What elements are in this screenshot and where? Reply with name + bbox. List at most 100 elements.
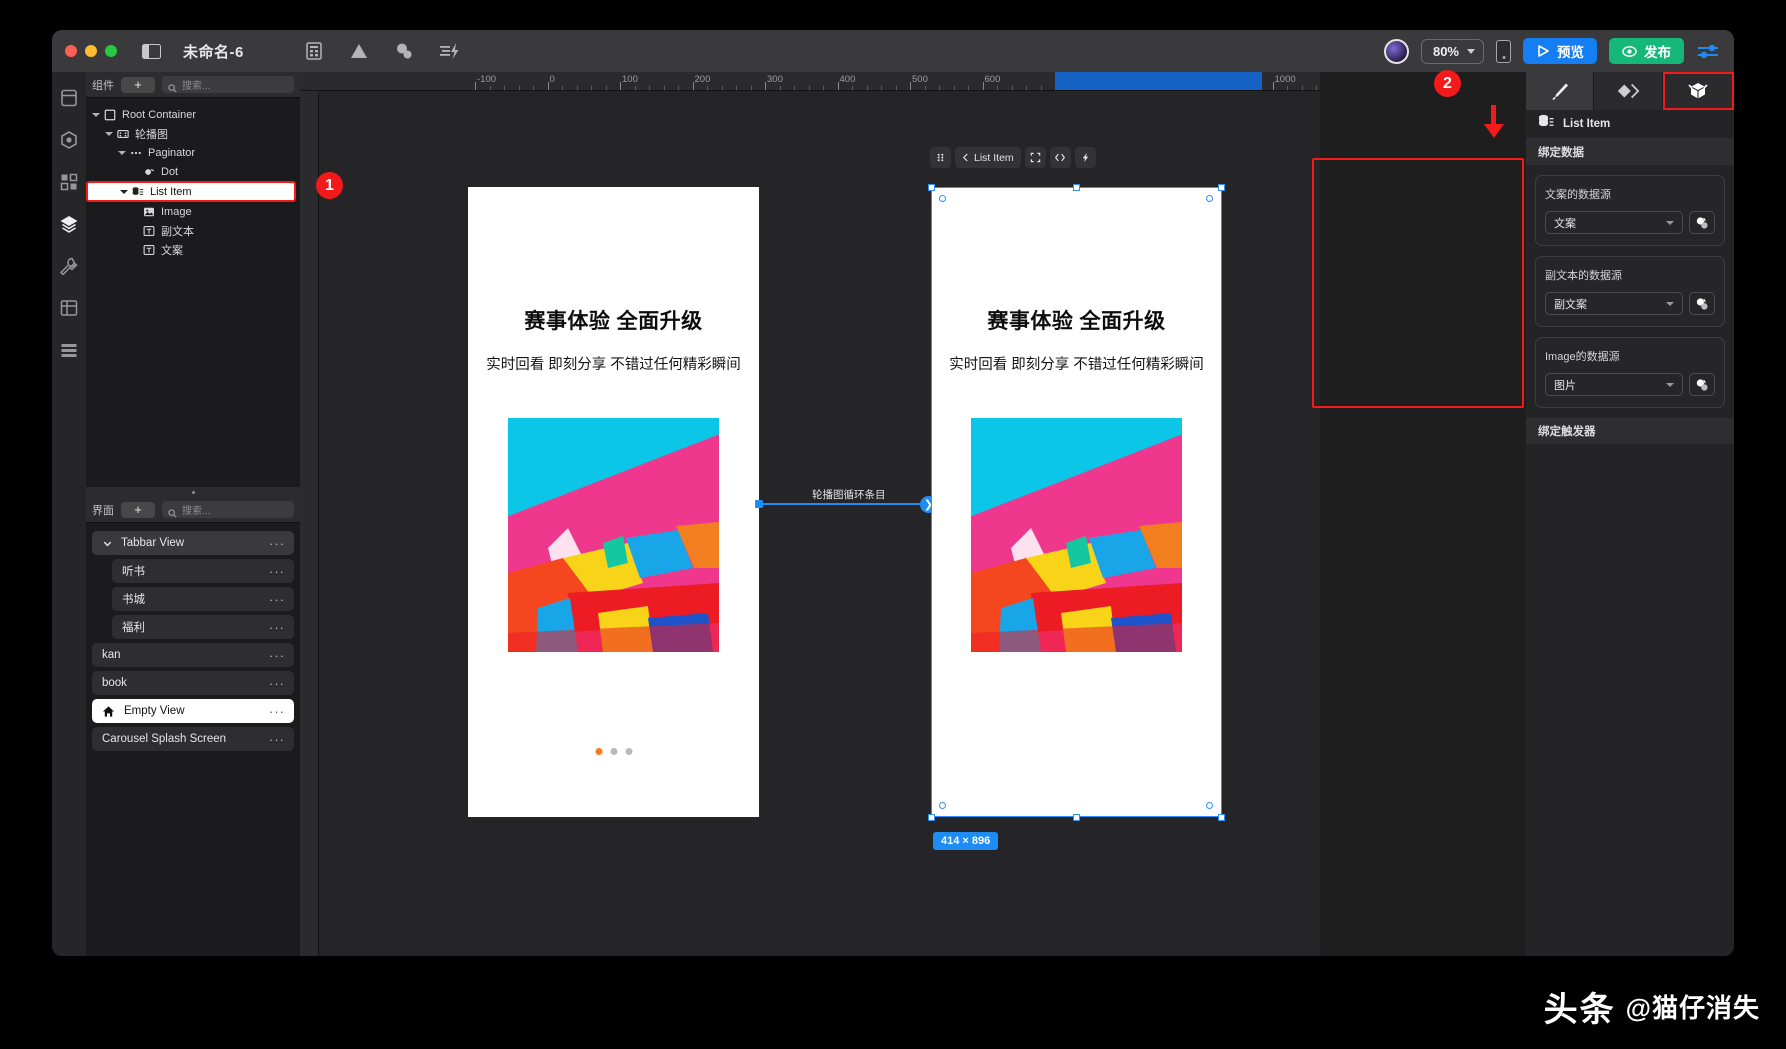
minimize-button[interactable] <box>85 45 97 57</box>
components-icon[interactable] <box>59 130 79 150</box>
overflow-menu-icon[interactable]: ··· <box>269 676 285 691</box>
ruler-tick-minor <box>518 86 520 90</box>
pages-icon[interactable] <box>59 88 79 108</box>
overflow-menu-icon[interactable]: ··· <box>269 592 285 607</box>
device-preview-icon[interactable] <box>1496 39 1511 63</box>
add-screen-button[interactable]: + <box>121 501 155 518</box>
resize-handle-br[interactable] <box>1217 813 1225 821</box>
tools-icon[interactable] <box>59 256 79 276</box>
artboard-subtitle: 实时回看 即刻分享 不错过任何精彩瞬间 <box>949 357 1204 373</box>
shape-icon[interactable] <box>349 41 369 61</box>
overflow-menu-icon[interactable]: ··· <box>269 620 285 635</box>
components-search-input[interactable]: 搜索... <box>162 76 294 93</box>
chevron-down-icon[interactable] <box>102 538 113 549</box>
list-icon[interactable] <box>59 340 79 360</box>
tab-effects[interactable] <box>1594 72 1663 110</box>
binding-source-select[interactable]: 图片 <box>1545 373 1683 396</box>
ruler-tick-label: 500 <box>912 74 928 85</box>
tree-item-label: Paginator <box>148 146 196 159</box>
artboard-left[interactable]: 赛事体验 全面升级 实时回看 即刻分享 不错过任何精彩瞬间 <box>468 187 759 817</box>
pager-dot[interactable] <box>610 748 617 755</box>
overflow-menu-icon[interactable]: ··· <box>269 564 285 579</box>
preview-button[interactable]: 预览 <box>1523 38 1597 64</box>
ruler-tick-minor <box>823 86 824 90</box>
maximize-button[interactable] <box>105 45 117 57</box>
interface-list-item[interactable]: Empty View ··· <box>92 699 294 723</box>
resize-handle-bl[interactable] <box>927 813 935 821</box>
tree-item[interactable]: 轮播图 <box>86 124 300 143</box>
pick-source-icon[interactable] <box>1689 373 1715 396</box>
interface-list-item[interactable]: book ··· <box>92 671 294 695</box>
rotate-handle-bl[interactable] <box>939 802 946 809</box>
artboard-right[interactable]: 赛事体验 全面升级 实时回看 即刻分享 不错过任何精彩瞬间 <box>931 187 1222 817</box>
binding-source-select[interactable]: 副文案 <box>1545 292 1683 315</box>
data-icon[interactable] <box>59 298 79 318</box>
layers-icon[interactable] <box>59 214 79 234</box>
interface-list-item[interactable]: Tabbar View ··· <box>92 531 294 555</box>
parent-nav-button[interactable]: List Item <box>955 147 1021 168</box>
resize-handle-b[interactable] <box>1072 813 1080 821</box>
ruler-tick-minor <box>1301 86 1303 90</box>
overflow-menu-icon[interactable]: ··· <box>269 732 285 747</box>
avatar[interactable] <box>1383 38 1409 64</box>
fullscreen-icon[interactable] <box>1024 147 1046 168</box>
grip-icon[interactable] <box>930 147 951 168</box>
resize-handle-tr[interactable] <box>1217 183 1225 191</box>
panel-resize-handle[interactable] <box>86 487 300 497</box>
pager-dot[interactable] <box>595 748 602 755</box>
data-table-icon[interactable] <box>304 41 324 61</box>
tree-item[interactable]: Root Container <box>86 105 300 124</box>
interface-list-item[interactable]: 福利 ··· <box>112 615 294 639</box>
lightning-icon[interactable] <box>439 41 459 61</box>
close-button[interactable] <box>65 45 77 57</box>
tree-item[interactable]: Paginator <box>86 143 300 162</box>
publish-button[interactable]: 发布 <box>1609 38 1684 64</box>
binding-row: 文案 <box>1545 211 1715 234</box>
interface-list-item[interactable]: kan ··· <box>92 643 294 667</box>
binding-source-value: 图片 <box>1554 379 1576 392</box>
interface-list-item[interactable]: 听书 ··· <box>112 559 294 583</box>
rotate-handle-tr[interactable] <box>1206 195 1213 202</box>
ruler-tick-minor <box>924 86 926 90</box>
rotate-handle-tl[interactable] <box>939 195 946 202</box>
interface-list-item[interactable]: 书城 ··· <box>112 587 294 611</box>
tree-item[interactable]: 文案 <box>86 240 300 259</box>
tree-caret-icon[interactable] <box>118 150 126 155</box>
code-icon[interactable] <box>1049 147 1071 168</box>
ruler-tick-minor <box>721 86 723 90</box>
sidebar-toggle-icon[interactable] <box>142 43 161 59</box>
theme-icon[interactable] <box>394 41 414 61</box>
zoom-selector[interactable]: 80% <box>1420 38 1484 64</box>
resize-handle-tl[interactable] <box>927 183 935 191</box>
tree-caret-icon[interactable] <box>92 112 100 117</box>
binding-source-select[interactable]: 文案 <box>1545 211 1683 234</box>
pick-source-icon[interactable] <box>1689 211 1715 234</box>
tree-item-selected[interactable]: List Item <box>86 181 296 202</box>
ruler-tick-minor <box>1026 86 1027 90</box>
interface-list-item[interactable]: Carousel Splash Screen ··· <box>92 727 294 751</box>
lightning-icon[interactable] <box>1074 147 1096 168</box>
overflow-menu-icon[interactable]: ··· <box>269 536 285 551</box>
add-component-button[interactable]: + <box>121 76 155 93</box>
tree-caret-icon[interactable] <box>105 131 113 136</box>
overflow-menu-icon[interactable]: ··· <box>269 704 285 719</box>
tree-item[interactable]: 副文本 <box>86 221 300 240</box>
ruler-tick-minor <box>750 86 752 90</box>
interface-search-input[interactable]: 搜索... <box>162 501 294 518</box>
pick-source-icon[interactable] <box>1689 292 1715 315</box>
canvas[interactable]: -100010020030040050060070080090010001100… <box>300 72 1320 956</box>
resize-handle-t[interactable] <box>1072 183 1080 191</box>
ruler-tick-minor <box>663 86 665 90</box>
pager-dot[interactable] <box>625 748 632 755</box>
ruler-tick-minor <box>1011 86 1013 90</box>
grid-icon[interactable] <box>59 172 79 192</box>
rotate-handle-br[interactable] <box>1206 802 1213 809</box>
tab-data[interactable] <box>1662 72 1734 110</box>
tree-item[interactable]: Dot <box>86 162 300 181</box>
tab-style[interactable] <box>1526 72 1595 110</box>
sliders-icon[interactable] <box>1696 42 1720 60</box>
overflow-menu-icon[interactable]: ··· <box>269 648 285 663</box>
watermark-sub: @猫仔消失 <box>1625 993 1760 1023</box>
tree-caret-icon[interactable] <box>120 189 128 194</box>
tree-item[interactable]: Image <box>86 202 300 221</box>
